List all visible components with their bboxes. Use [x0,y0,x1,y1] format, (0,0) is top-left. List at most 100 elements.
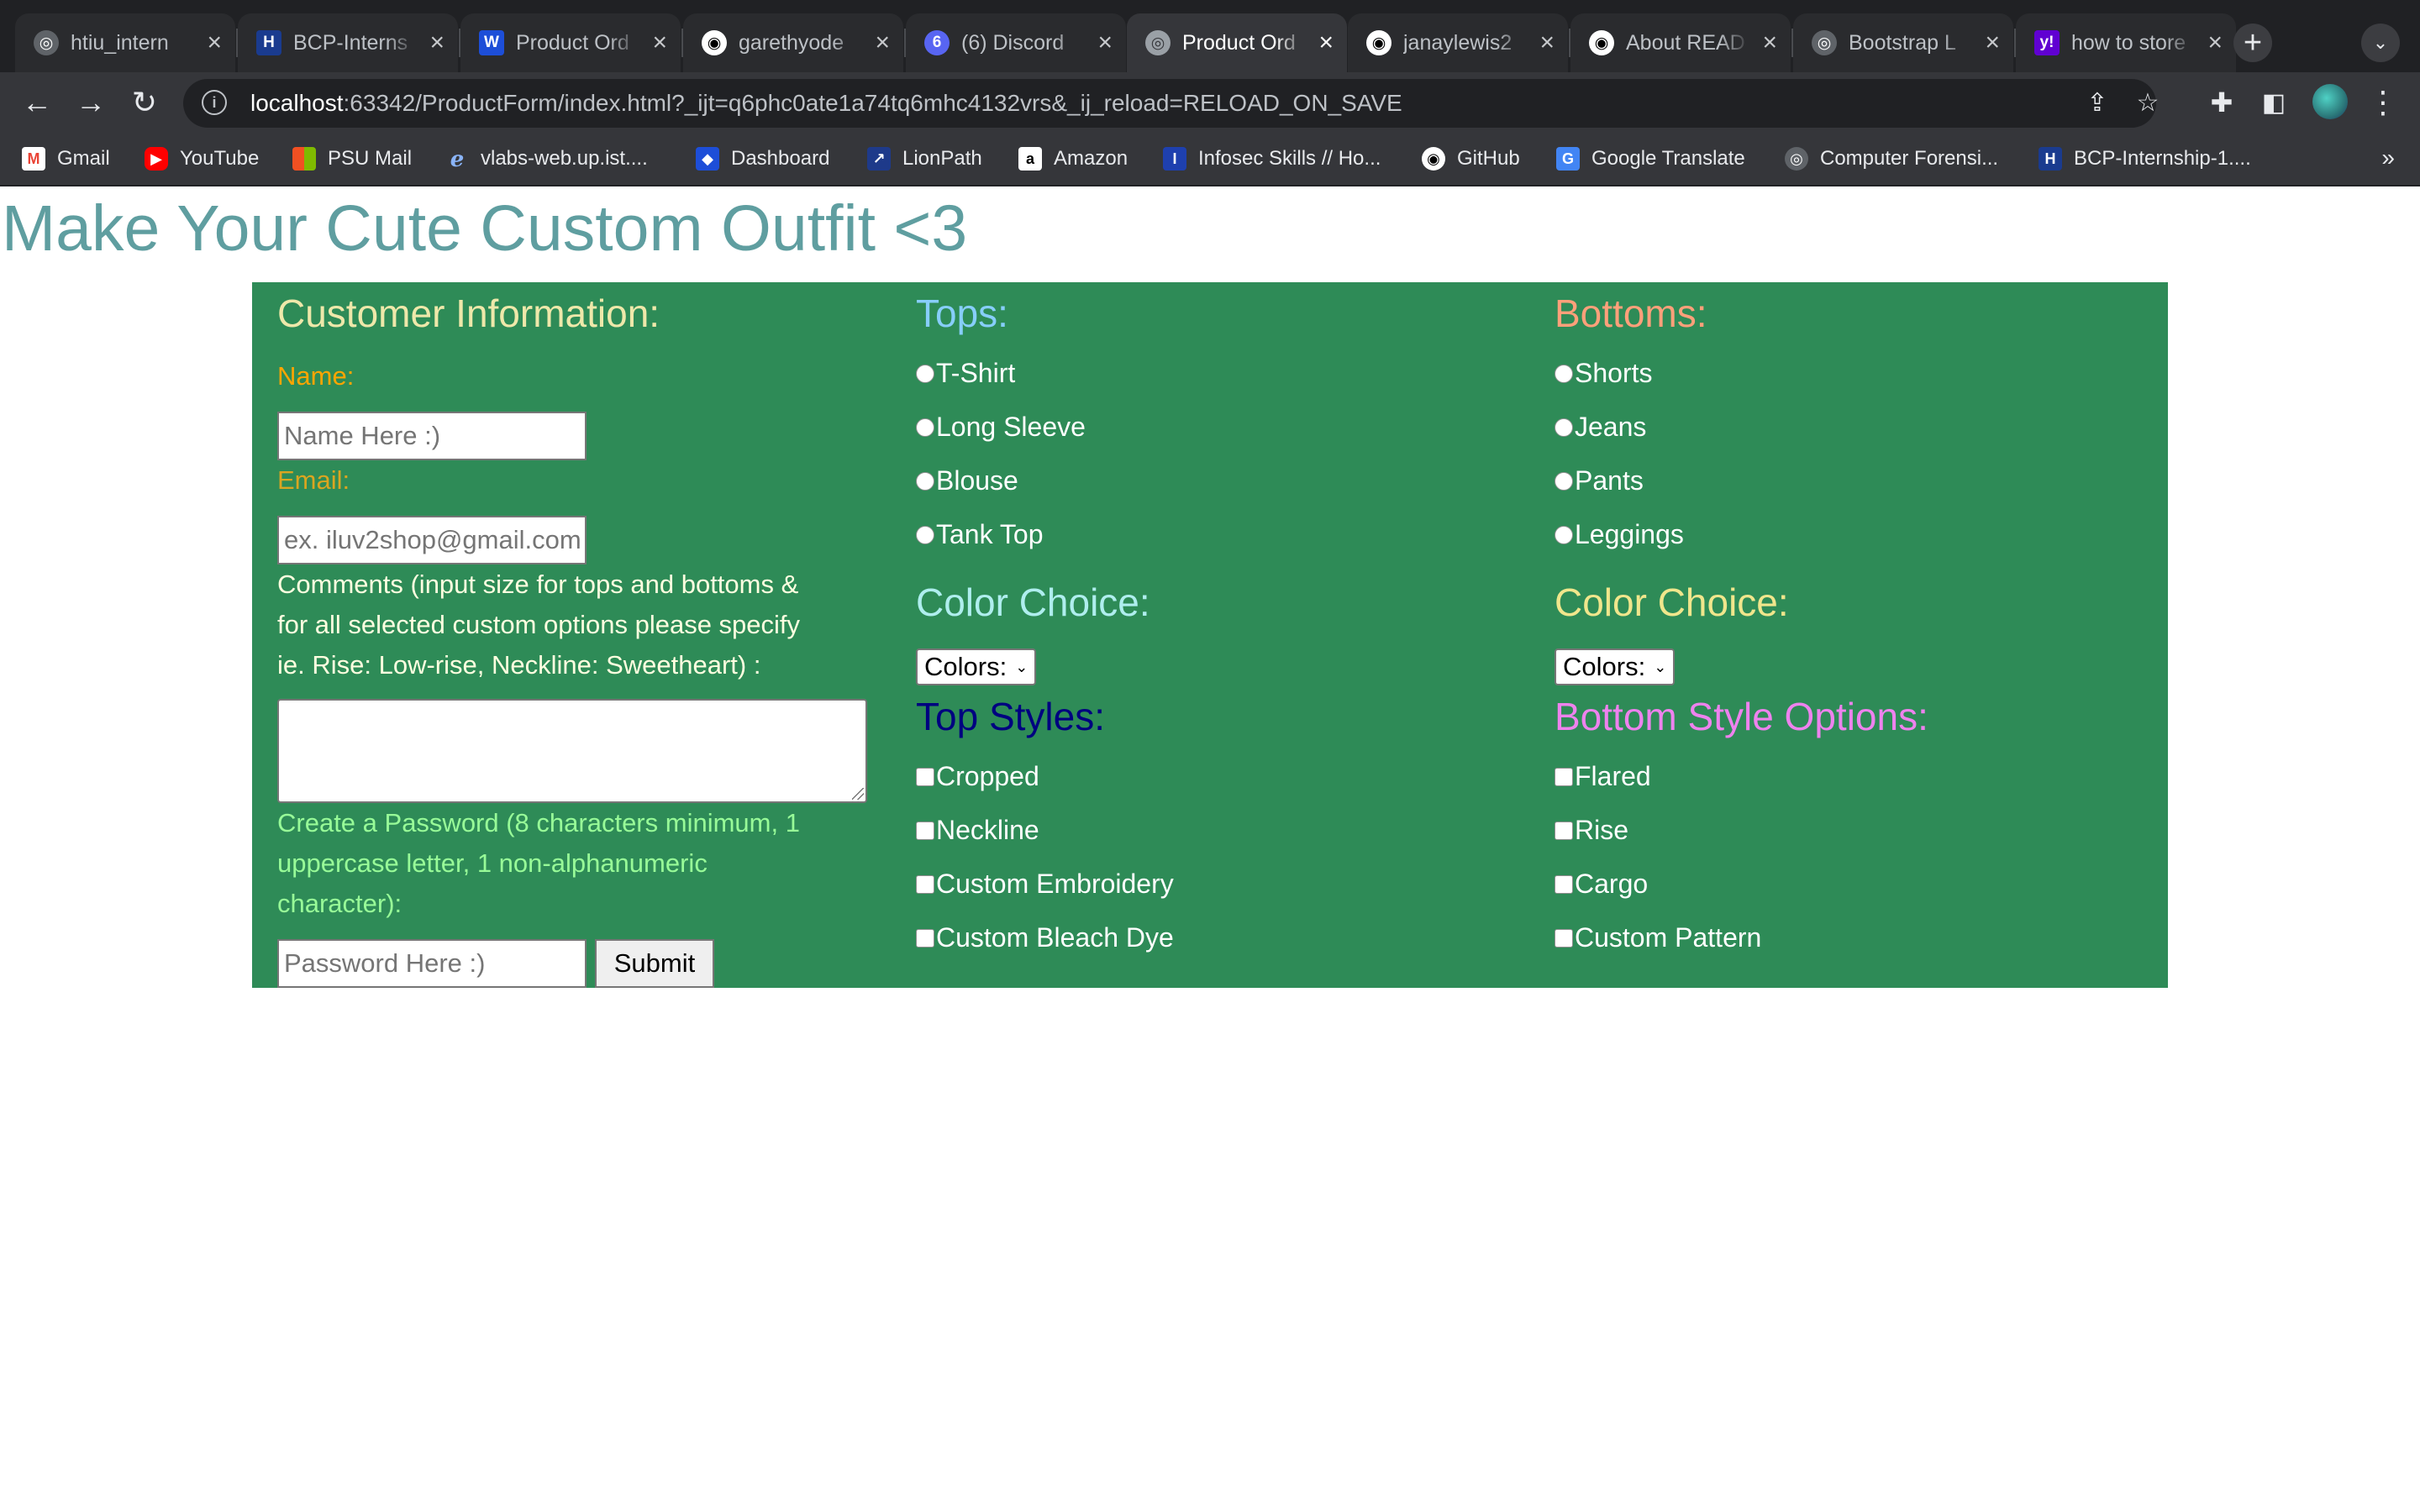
browser-tab[interactable]: ◉ garethyode × [683,13,903,72]
password-label-line: uppercase letter, 1 non-alphanumeric [277,848,708,878]
select-value: Colors: [1563,652,1646,681]
browser-tab[interactable]: 6 (6) Discord × [906,13,1126,72]
resize-handle[interactable] [852,788,864,800]
profile-avatar[interactable] [2312,84,2348,119]
bookmark-psu-mail[interactable]: PSU Mail [292,144,412,173]
site-info-icon[interactable]: i [202,90,227,115]
checkbox[interactable] [1555,767,1573,786]
browser-tab[interactable]: ◉ About READ × [1570,13,1791,72]
bottom-style-custom-pattern[interactable]: Custom Pattern [1555,922,1761,953]
close-icon[interactable]: × [429,29,445,57]
browser-tab[interactable]: ◎ Bootstrap L × [1793,13,2013,72]
close-icon[interactable]: × [1985,29,2000,57]
bottoms-color-select[interactable]: Colors: ⌄ [1555,648,1676,685]
bookmark-star-icon[interactable]: ☆ [2131,86,2165,119]
close-icon[interactable]: × [652,29,667,57]
bookmarks-overflow-button[interactable]: » [2381,144,2395,171]
tab-search-button[interactable]: ⌄ [2361,24,2400,62]
github-icon: ◉ [1589,30,1614,55]
bookmark-gmail[interactable]: M Gmail [22,144,110,173]
bottom-style-rise[interactable]: Rise [1555,815,1628,846]
checkbox[interactable] [916,821,934,840]
page-title: Make Your Cute Custom Outfit <3 [2,192,968,265]
comments-textarea[interactable] [277,699,867,803]
bookmark-vlabs[interactable]: ℯ vlabs-web.up.ist.... [445,144,648,173]
close-icon[interactable]: × [1539,29,1555,57]
bottom-style-flared[interactable]: Flared [1555,761,1651,792]
browser-toolbar: ← → ↻ i localhost:63342/ProductForm/inde… [0,72,2420,133]
option-label: Flared [1575,761,1651,791]
comments-label-line: for all selected custom options please s… [277,610,801,639]
bookmark-bcp-internship[interactable]: H BCP-Internship-1.... [2039,144,2251,173]
radio-button[interactable] [916,525,934,544]
close-icon[interactable]: × [1762,29,1777,57]
checkbox[interactable] [916,767,934,786]
name-input[interactable]: Name Here :) [277,412,587,460]
side-panel-icon[interactable]: ◧ [2255,84,2292,121]
reload-icon[interactable]: ↻ [126,84,163,121]
bottom-option-pants[interactable]: Pants [1555,465,1644,496]
address-bar[interactable]: i localhost:63342/ProductForm/index.html… [183,79,2159,128]
share-icon[interactable]: ⇪ [2081,86,2114,119]
radio-button[interactable] [1555,525,1573,544]
top-style-neckline[interactable]: Neckline [916,815,1039,846]
checkbox[interactable] [916,928,934,948]
close-icon[interactable]: × [2207,29,2223,57]
email-input[interactable]: ex. iluv2shop@gmail.com [277,516,587,564]
radio-button[interactable] [1555,364,1573,383]
bookmark-computer-forensics[interactable]: ◎ Computer Forensi... [1785,144,1998,173]
top-option-tank-top[interactable]: Tank Top [916,519,1044,550]
bottom-option-jeans[interactable]: Jeans [1555,412,1646,443]
tab-title: htiu_intern [71,30,169,55]
bookmark-label: Amazon [1054,147,1128,170]
bookmark-label: Google Translate [1591,147,1745,170]
tops-color-select[interactable]: Colors: ⌄ [916,648,1037,685]
checkbox[interactable] [1555,928,1573,948]
bookmarks-bar: M Gmail ▶ YouTube PSU Mail ℯ vlabs-web.u… [0,133,2420,186]
select-value: Colors: [924,652,1007,681]
checkbox[interactable] [1555,874,1573,894]
close-icon[interactable]: × [1318,29,1334,57]
radio-button[interactable] [1555,417,1573,437]
forward-icon[interactable]: → [72,84,109,121]
bookmark-github[interactable]: ◉ GitHub [1422,144,1520,173]
close-icon[interactable]: × [875,29,890,57]
password-input[interactable]: Password Here :) [277,939,587,988]
bookmark-lionpath[interactable]: ↗ LionPath [867,144,982,173]
checkbox[interactable] [916,874,934,894]
back-icon[interactable]: ← [18,84,55,121]
bookmark-dashboard[interactable]: ◆ Dashboard [696,144,829,173]
new-tab-button[interactable]: + [2233,24,2272,62]
top-option-tshirt[interactable]: T-Shirt [916,358,1015,389]
bottom-style-cargo[interactable]: Cargo [1555,869,1648,900]
bookmark-infosec[interactable]: I Infosec Skills // Ho... [1163,144,1381,173]
bottom-option-leggings[interactable]: Leggings [1555,519,1684,550]
top-option-blouse[interactable]: Blouse [916,465,1018,496]
extensions-icon[interactable]: ✚ [2203,84,2240,121]
radio-button[interactable] [916,471,934,491]
password-label-line: character): [277,889,402,918]
radio-button[interactable] [1555,471,1573,491]
radio-button[interactable] [916,417,934,437]
bookmark-youtube[interactable]: ▶ YouTube [145,144,259,173]
lionpath-icon: ↗ [867,147,891,171]
browser-tab[interactable]: W Product Ord × [460,13,681,72]
browser-tab[interactable]: ◉ janaylewis2 × [1348,13,1568,72]
checkbox[interactable] [1555,821,1573,840]
top-style-custom-embroidery[interactable]: Custom Embroidery [916,869,1174,900]
submit-button[interactable]: Submit [595,939,714,988]
menu-kebab-icon[interactable]: ⋮ [2365,84,2402,121]
browser-tab[interactable]: y! how to store × [2016,13,2236,72]
bottom-option-shorts[interactable]: Shorts [1555,358,1652,389]
close-icon[interactable]: × [207,29,222,57]
bookmark-google-translate[interactable]: G Google Translate [1556,144,1745,173]
browser-tab[interactable]: ◎ htiu_intern × [15,13,235,72]
top-style-cropped[interactable]: Cropped [916,761,1039,792]
top-style-custom-bleach-dye[interactable]: Custom Bleach Dye [916,922,1174,953]
radio-button[interactable] [916,364,934,383]
bookmark-amazon[interactable]: a Amazon [1018,144,1128,173]
browser-tab-active[interactable]: ◎ Product Ord × [1127,13,1347,72]
browser-tab[interactable]: H BCP-Interns × [238,13,458,72]
top-option-long-sleeve[interactable]: Long Sleeve [916,412,1086,443]
close-icon[interactable]: × [1097,29,1113,57]
